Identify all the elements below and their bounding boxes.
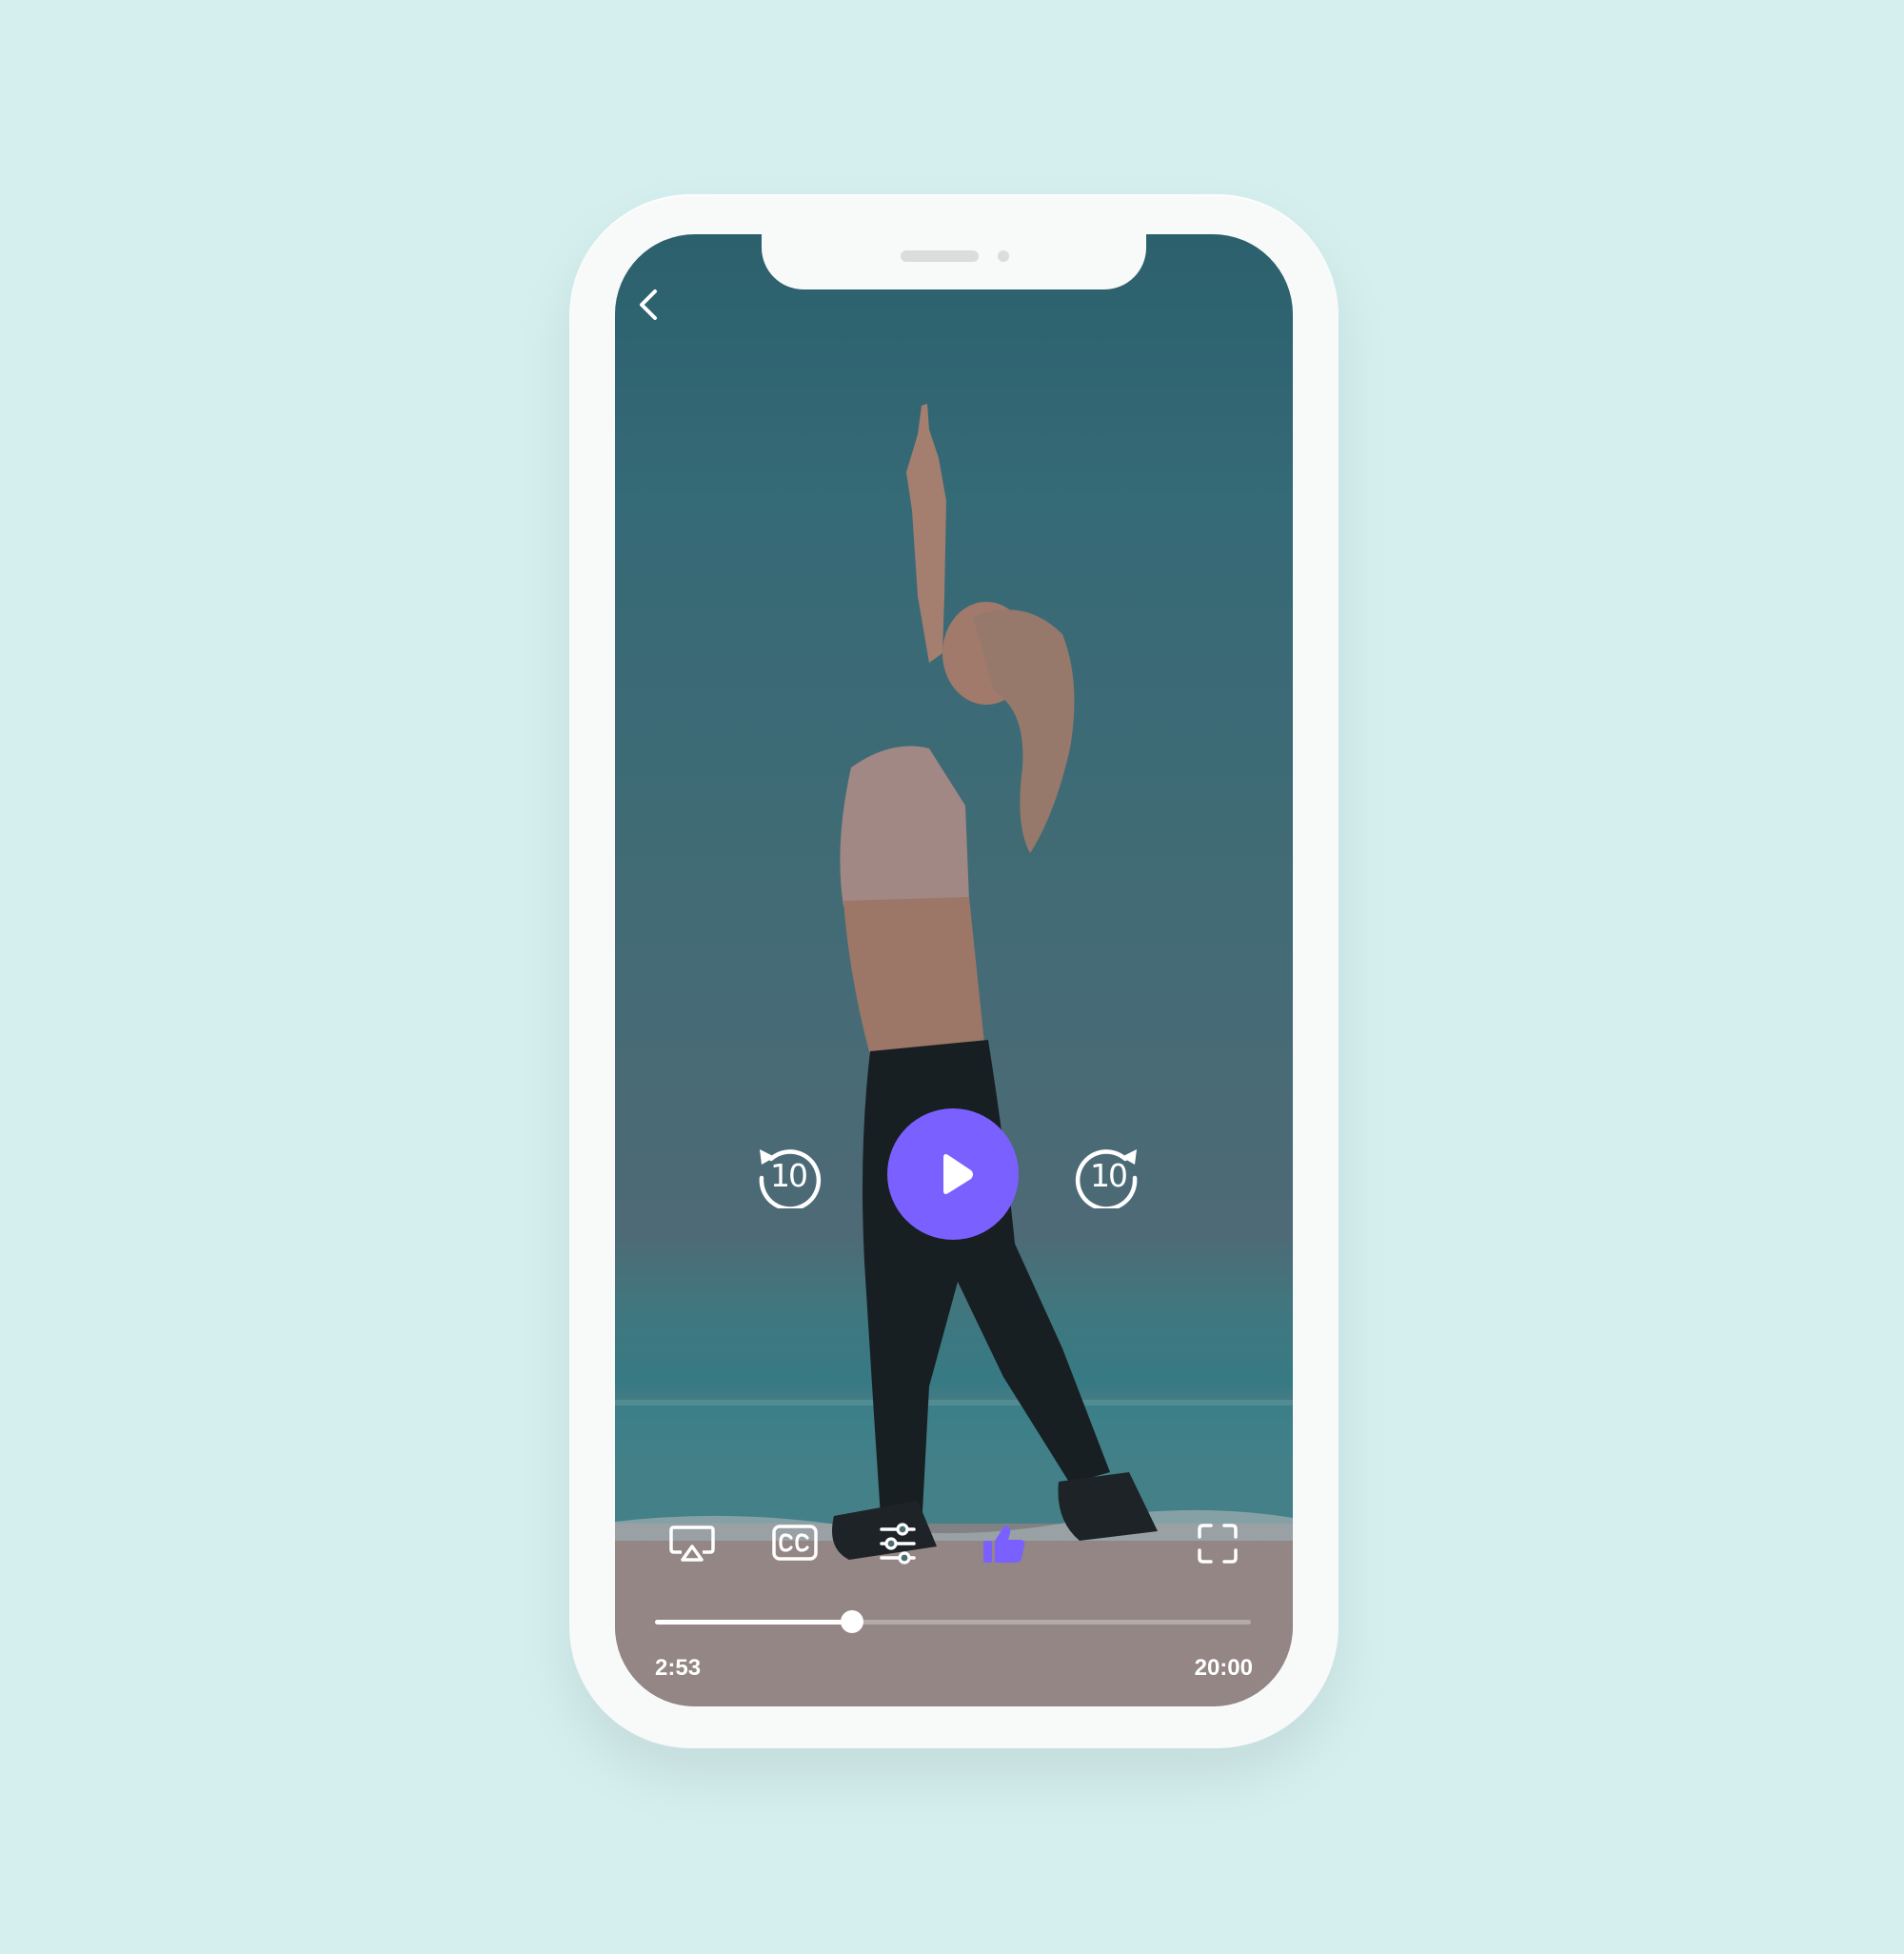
closed-captions-icon — [772, 1525, 818, 1561]
forward-10-button[interactable]: 10 — [1074, 1140, 1142, 1208]
playback-controls: 10 10 — [615, 1107, 1293, 1240]
speaker-grille — [901, 250, 979, 262]
current-time-label: 2:53 — [655, 1655, 702, 1681]
video-player-screen: 10 10 2:53 20:00 — [615, 234, 1293, 1706]
sliders-icon — [880, 1523, 916, 1565]
phone-frame: 10 10 2:53 20:00 — [569, 194, 1339, 1748]
phone-notch — [762, 234, 1146, 289]
rewind-10-button[interactable]: 10 — [754, 1140, 823, 1208]
like-button[interactable] — [981, 1522, 1028, 1565]
player-toolbar — [615, 1514, 1293, 1571]
settings-button[interactable] — [874, 1522, 922, 1565]
play-button[interactable] — [887, 1108, 1019, 1240]
airplay-button[interactable] — [668, 1522, 716, 1565]
chevron-left-icon — [640, 289, 657, 320]
forward-seconds-label: 10 — [1090, 1157, 1128, 1194]
rewind-seconds-label: 10 — [770, 1157, 808, 1194]
video-frame — [615, 234, 1293, 1706]
airplay-icon — [669, 1525, 715, 1562]
play-icon — [943, 1154, 973, 1194]
front-camera — [998, 250, 1009, 262]
captions-button[interactable] — [771, 1522, 819, 1565]
progress-fill — [655, 1620, 852, 1625]
back-button[interactable] — [632, 284, 666, 326]
fullscreen-button[interactable] — [1194, 1522, 1241, 1565]
fullscreen-icon — [1198, 1524, 1238, 1564]
progress-slider[interactable] — [655, 1610, 1251, 1633]
progress-thumb[interactable] — [840, 1610, 863, 1633]
total-time-label: 20:00 — [1194, 1655, 1253, 1681]
thumbs-up-icon — [983, 1525, 1025, 1563]
